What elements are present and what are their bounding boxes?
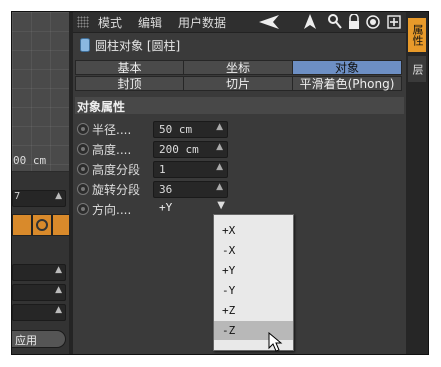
tab-phong[interactable]: 平滑着色(Phong) — [292, 76, 402, 91]
add-icon[interactable] — [387, 14, 401, 35]
target-icon[interactable] — [366, 14, 380, 35]
property-height-segments: 高度分段 1 ▲ — [73, 160, 406, 178]
orientation-options-menu: +X -X +Y -Y +Z -Z — [213, 214, 294, 351]
stepper-arrows-icon[interactable]: ▲ — [216, 142, 223, 152]
left-tool-panel: 7 ▲︎ ▲ ▲ ▲ 应用 — [12, 172, 72, 354]
section-title: 对象属性 — [77, 100, 126, 114]
option-label: -Y — [222, 284, 236, 297]
stepper-arrows-icon: ▲ — [55, 265, 62, 275]
back-arrow-icon[interactable] — [259, 14, 281, 35]
attribute-manager: 模式 编辑 用户数据 圆柱对象 [圆柱] 基本 坐标 对象 封顶 切片 平滑着色… — [73, 12, 406, 354]
height-segments-value: 1 — [159, 163, 166, 176]
option-label: +Z — [222, 304, 236, 317]
tab-caps[interactable]: 封顶 — [75, 76, 184, 91]
option-label: +Y — [222, 264, 236, 277]
left-field-value: 7 — [14, 191, 21, 202]
option-plus-y[interactable]: +Y — [214, 261, 293, 280]
property-label: 方向.... — [92, 203, 132, 217]
height-value: 200 cm — [159, 143, 199, 156]
object-title: 圆柱对象 [圆柱] — [95, 39, 181, 53]
orientation-value: +Y — [159, 201, 173, 214]
snap-tool-icon[interactable] — [12, 214, 32, 236]
stepper-arrows-icon: ▲ — [55, 285, 62, 295]
screenshot-frame: 00 cm 7 ▲︎ ▲ ▲ ▲ 应用 模式 编辑 用户数据 圆柱对象 [圆柱]… — [0, 0, 441, 367]
apply-button-label: 应用 — [15, 334, 37, 347]
option-minus-y[interactable]: -Y — [214, 281, 293, 300]
grip-icon[interactable] — [77, 16, 89, 28]
mouse-cursor-icon — [268, 332, 283, 352]
animate-radio-icon[interactable] — [77, 143, 89, 155]
menubar: 模式 编辑 用户数据 — [73, 12, 406, 33]
animate-radio-icon[interactable] — [77, 183, 89, 195]
property-height: 高度.... 200 cm ▲ — [73, 140, 406, 158]
stepper-arrows-icon[interactable]: ▲ — [216, 162, 223, 172]
animate-radio-icon[interactable] — [77, 163, 89, 175]
stepper-arrows-icon[interactable]: ▲ — [216, 122, 223, 132]
rotation-segments-value: 36 — [159, 183, 173, 196]
property-radius: 半径.... 50 cm ▲ — [73, 120, 406, 138]
section-header: 对象属性 — [75, 97, 404, 114]
stepper-arrows-icon: ▲︎ — [55, 191, 62, 201]
property-label: 高度.... — [92, 143, 132, 157]
viewport-grid — [12, 12, 69, 171]
tab-coordinates[interactable]: 坐标 — [183, 60, 293, 75]
menu-edit[interactable]: 编辑 — [138, 14, 162, 31]
rotation-segments-input[interactable]: 36 ▲ — [153, 181, 228, 198]
stepper-arrows-icon: ▲ — [55, 305, 62, 315]
property-label: 高度分段 — [92, 163, 141, 177]
radius-input[interactable]: 50 cm ▲ — [153, 121, 228, 138]
tab-slice[interactable]: 切片 — [183, 76, 293, 91]
rotate-tool-icon[interactable] — [32, 214, 52, 236]
up-arrow-icon[interactable] — [303, 14, 317, 35]
chevron-down-icon: ▼ — [217, 200, 225, 211]
side-tab-layers[interactable]: 层 — [408, 56, 426, 82]
tab-bar: 基本 坐标 对象 封顶 切片 平滑着色(Phong) — [73, 60, 406, 94]
option-label: +X — [222, 224, 236, 237]
cylinder-icon — [80, 38, 90, 52]
property-label: 半径.... — [92, 123, 132, 137]
property-label: 旋转分段 — [92, 183, 141, 197]
side-tab-attributes[interactable]: 属性 — [408, 18, 426, 52]
side-tab-strip: 属性 层 — [406, 12, 428, 354]
menu-user-data[interactable]: 用户数据 — [178, 14, 226, 31]
option-label: -Z — [222, 324, 236, 337]
option-label: -X — [222, 244, 236, 257]
tab-object[interactable]: 对象 — [292, 60, 402, 75]
menu-mode[interactable]: 模式 — [98, 14, 122, 31]
viewport-unit-readout: 00 cm — [13, 154, 47, 167]
stepper-arrows-icon[interactable]: ▲ — [216, 182, 223, 192]
tab-basic[interactable]: 基本 — [75, 60, 184, 75]
left-tool-icons — [12, 214, 72, 236]
search-icon[interactable] — [328, 14, 342, 35]
apply-button[interactable]: 应用 — [12, 330, 66, 348]
animate-radio-icon[interactable] — [77, 203, 89, 215]
rotate-icon — [36, 219, 48, 231]
viewport[interactable]: 00 cm — [12, 12, 69, 171]
height-segments-input[interactable]: 1 ▲ — [153, 161, 228, 178]
option-plus-x[interactable]: +X — [214, 221, 293, 240]
left-field-2[interactable]: ▲ — [12, 264, 66, 281]
animate-radio-icon[interactable] — [77, 123, 89, 135]
left-field-1[interactable]: 7 ▲︎ — [12, 190, 66, 207]
height-input[interactable]: 200 cm ▲ — [153, 141, 228, 158]
application-window: 00 cm 7 ▲︎ ▲ ▲ ▲ 应用 模式 编辑 用户数据 圆柱对象 [圆柱]… — [11, 11, 429, 355]
radius-value: 50 cm — [159, 123, 193, 136]
left-field-3[interactable]: ▲ — [12, 284, 66, 301]
lock-icon[interactable] — [348, 13, 360, 35]
property-rotation-segments: 旋转分段 36 ▲ — [73, 180, 406, 198]
option-minus-x[interactable]: -X — [214, 241, 293, 260]
object-title-row: 圆柱对象 [圆柱] — [73, 34, 406, 56]
option-plus-z[interactable]: +Z — [214, 301, 293, 320]
left-field-4[interactable]: ▲ — [12, 304, 66, 321]
